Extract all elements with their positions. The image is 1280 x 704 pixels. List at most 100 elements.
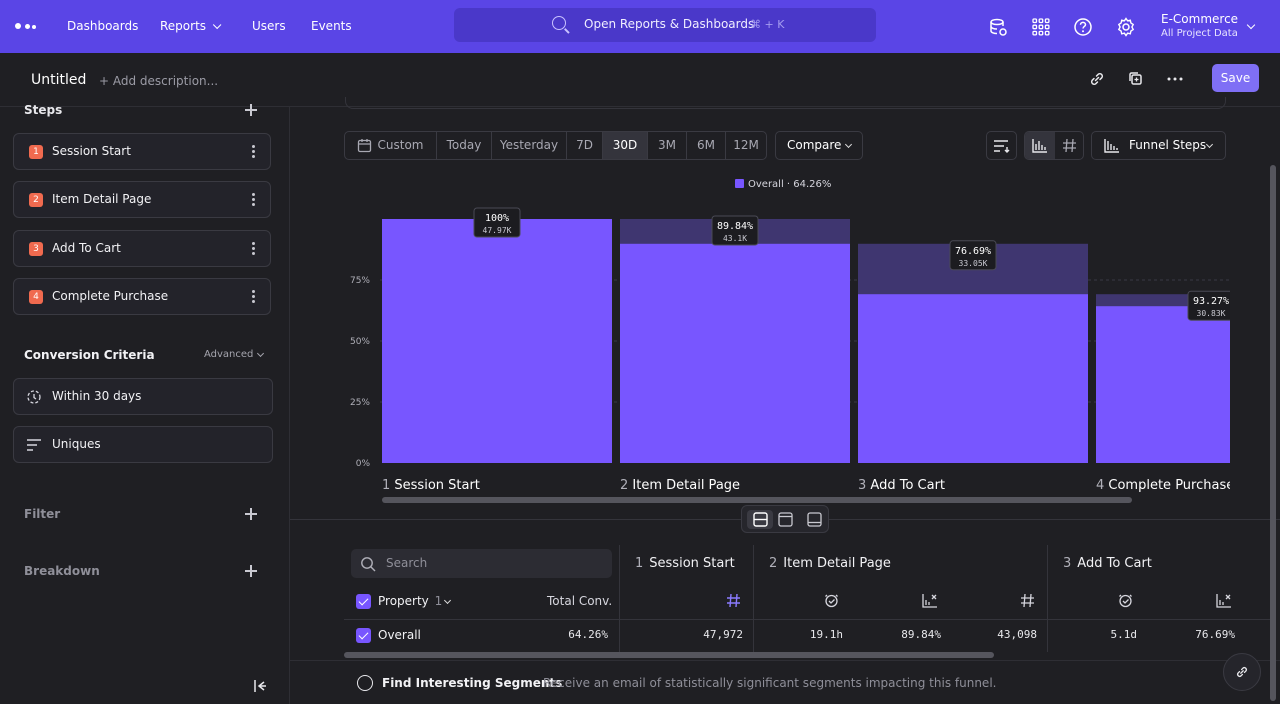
- column-label: Session Start: [649, 556, 735, 571]
- funnel-bar[interactable]: [1096, 306, 1230, 463]
- chart-horizontal-scrollbar[interactable]: [382, 497, 1132, 503]
- layout-toggle[interactable]: [741, 505, 829, 533]
- step-number-badge: 3: [29, 242, 43, 256]
- table-only-icon[interactable]: [807, 512, 822, 527]
- compare-label: Compare: [787, 138, 842, 152]
- date-yesterday[interactable]: Yesterday: [492, 132, 567, 159]
- conversion-rate-icon[interactable]: [922, 593, 938, 608]
- report-title[interactable]: Untitled: [31, 72, 86, 88]
- table-horizontal-scrollbar[interactable]: [344, 652, 994, 658]
- nav-users[interactable]: Users: [252, 19, 286, 33]
- add-step-icon[interactable]: [245, 104, 257, 116]
- y-tick-label: 75%: [350, 276, 370, 286]
- display-toggle[interactable]: [1024, 131, 1084, 160]
- column-header-add-to-cart[interactable]: 3 Add To Cart: [1063, 556, 1152, 571]
- page-vertical-scrollbar[interactable]: [1270, 165, 1276, 701]
- date-7d[interactable]: 7D: [567, 132, 603, 159]
- count-metric-icon[interactable]: [726, 593, 741, 608]
- step-item-detail-page[interactable]: 2 Item Detail Page: [13, 181, 271, 218]
- property-selector[interactable]: Property 1: [378, 594, 442, 608]
- collapse-sidebar-icon[interactable]: [253, 679, 267, 693]
- date-3m[interactable]: 3M: [648, 132, 687, 159]
- global-search[interactable]: Open Reports & Dashboards ⌘ + K: [454, 8, 876, 42]
- column-header-item-detail-page[interactable]: 2 Item Detail Page: [769, 556, 891, 571]
- time-to-convert-icon[interactable]: [1118, 593, 1133, 608]
- funnel-bar[interactable]: [620, 243, 850, 463]
- split-layout-button[interactable]: [747, 510, 773, 529]
- property-checkbox[interactable]: [356, 594, 371, 609]
- funnel-bar[interactable]: [382, 219, 612, 463]
- nav-events[interactable]: Events: [311, 19, 352, 33]
- step-label: Session Start: [52, 144, 131, 158]
- row-name: Overall: [378, 628, 421, 642]
- kebab-menu-icon[interactable]: [252, 242, 255, 256]
- funnel-chart: 0% 25% 50% 75% 100% 47.97K 1 Session Start 89.8…: [350, 207, 1230, 493]
- settings-gear-icon[interactable]: [1116, 17, 1136, 37]
- advanced-toggle[interactable]: Advanced: [204, 349, 253, 360]
- date-12m[interactable]: 12M: [726, 132, 766, 159]
- x-axis-step-name: Complete Purchase: [1108, 478, 1230, 493]
- date-6m[interactable]: 6M: [687, 132, 726, 159]
- conversion-rate-icon[interactable]: [1216, 593, 1232, 608]
- save-button[interactable]: Save: [1212, 64, 1259, 92]
- x-axis-step-number: 4: [1096, 478, 1108, 493]
- duplicate-icon[interactable]: [1125, 68, 1147, 90]
- count-label: 47.97K: [483, 226, 512, 235]
- counting-method-selector[interactable]: Uniques: [13, 426, 273, 463]
- column-label: Add To Cart: [1077, 556, 1152, 571]
- chevron-down-icon[interactable]: [443, 596, 452, 605]
- table-search-input[interactable]: Search: [351, 549, 612, 578]
- share-link-button[interactable]: [1223, 653, 1261, 691]
- link-icon[interactable]: [1086, 68, 1108, 90]
- compare-dropdown[interactable]: Compare: [775, 131, 863, 160]
- cell-item-detail-time: 19.1h: [809, 628, 843, 641]
- nav-reports[interactable]: Reports: [160, 19, 222, 33]
- x-axis-step-number: 3: [858, 478, 870, 493]
- chart-options-button[interactable]: [986, 131, 1017, 160]
- date-30d[interactable]: 30D: [603, 132, 648, 159]
- count-metric-icon[interactable]: [1020, 593, 1035, 608]
- step-label: Item Detail Page: [52, 192, 152, 206]
- percent-label: 76.69%: [955, 246, 991, 257]
- funnel-bar[interactable]: [858, 294, 1088, 463]
- add-filter-icon[interactable]: [245, 508, 257, 520]
- x-axis-label: 1 Session Start: [382, 478, 480, 493]
- time-to-convert-icon[interactable]: [824, 593, 839, 608]
- step-session-start[interactable]: 1 Session Start: [13, 133, 271, 170]
- column-number: 2: [769, 556, 778, 571]
- database-icon[interactable]: [988, 17, 1008, 37]
- nav-dashboards[interactable]: Dashboards: [67, 19, 138, 33]
- column-header-session-start[interactable]: 1 Session Start: [635, 556, 735, 571]
- overall-row-checkbox[interactable]: [356, 628, 371, 643]
- date-today[interactable]: Today: [437, 132, 492, 159]
- percent-label: 100%: [485, 213, 509, 224]
- step-complete-purchase[interactable]: 4 Complete Purchase: [13, 278, 271, 315]
- kebab-menu-icon[interactable]: [252, 193, 255, 207]
- number-view-icon[interactable]: [1062, 138, 1077, 153]
- help-icon[interactable]: [1073, 17, 1093, 37]
- add-breakdown-icon[interactable]: [245, 565, 257, 577]
- logo-icon[interactable]: [15, 20, 37, 32]
- chart-legend[interactable]: Overall · 64.26%: [735, 179, 831, 190]
- column-number: 3: [1063, 556, 1072, 571]
- count-label: 30.83K: [1197, 309, 1226, 318]
- more-options-icon[interactable]: [1164, 68, 1186, 90]
- conversion-window-selector[interactable]: Within 30 days: [13, 378, 273, 415]
- add-description-link[interactable]: + Add description...: [99, 74, 218, 88]
- apps-grid-icon[interactable]: [1031, 17, 1051, 37]
- cell-add-to-cart-rate: 76.69%: [1195, 628, 1235, 641]
- date-custom[interactable]: Custom: [345, 132, 437, 159]
- date-custom-label: Custom: [377, 138, 424, 152]
- project-switcher[interactable]: E-Commerce All Project Data: [1161, 12, 1238, 39]
- kebab-menu-icon[interactable]: [252, 145, 255, 159]
- step-add-to-cart[interactable]: 3 Add To Cart: [13, 230, 271, 267]
- project-name: E-Commerce: [1161, 12, 1239, 26]
- chart-only-icon[interactable]: [778, 512, 793, 527]
- chart-type-dropdown[interactable]: Funnel Steps: [1091, 131, 1226, 160]
- total-conversion-header[interactable]: Total Conv.: [547, 594, 612, 608]
- x-axis-step-name: Session Start: [394, 478, 480, 493]
- bar-view-toggle[interactable]: [1025, 132, 1055, 159]
- kebab-menu-icon[interactable]: [252, 290, 255, 304]
- date-range-picker[interactable]: Custom Today Yesterday 7D 30D 3M 6M 12M: [344, 131, 767, 160]
- find-segments-link[interactable]: Find Interesting Segments: [382, 676, 562, 690]
